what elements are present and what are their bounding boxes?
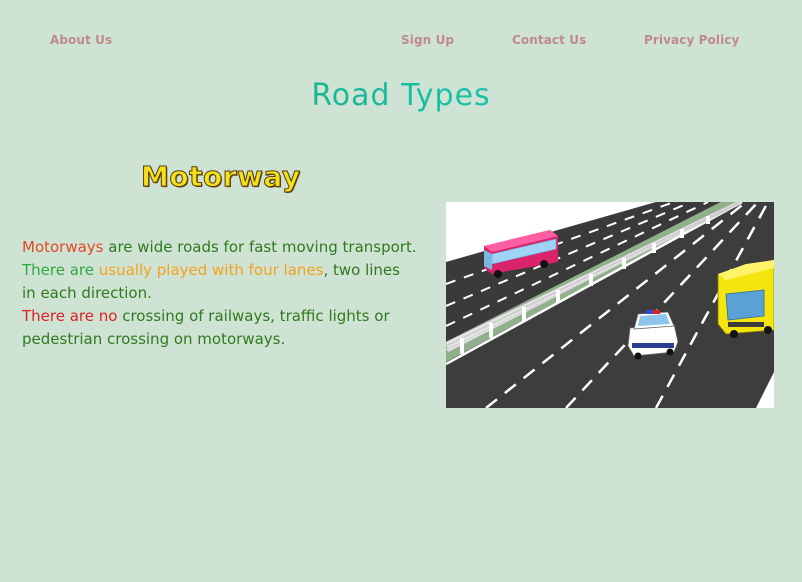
section-title: Motorway — [141, 160, 301, 194]
description-highlight-no: There are no — [22, 307, 118, 325]
page-title-text: Road Types — [311, 78, 491, 113]
description-text: There are — [22, 261, 99, 279]
motorway-illustration — [446, 202, 774, 408]
description-term-motorways: Motorways — [22, 238, 104, 256]
description-highlight-lanes: usually played with four lanes — [98, 261, 324, 279]
nav-link-privacy[interactable]: Privacy Policy — [644, 33, 739, 47]
section-description: Motorways are wide roads for fast moving… — [22, 236, 417, 351]
page-title: Road Types — [0, 78, 802, 113]
description-text: are wide roads for fast moving transport… — [103, 238, 417, 256]
yellow-bus — [717, 259, 774, 338]
nav-link-about[interactable]: About Us — [50, 33, 112, 47]
nav-link-contact[interactable]: Contact Us — [512, 33, 586, 47]
motorway-scene-svg — [446, 202, 774, 408]
nav-link-signup[interactable]: Sign Up — [401, 33, 454, 47]
